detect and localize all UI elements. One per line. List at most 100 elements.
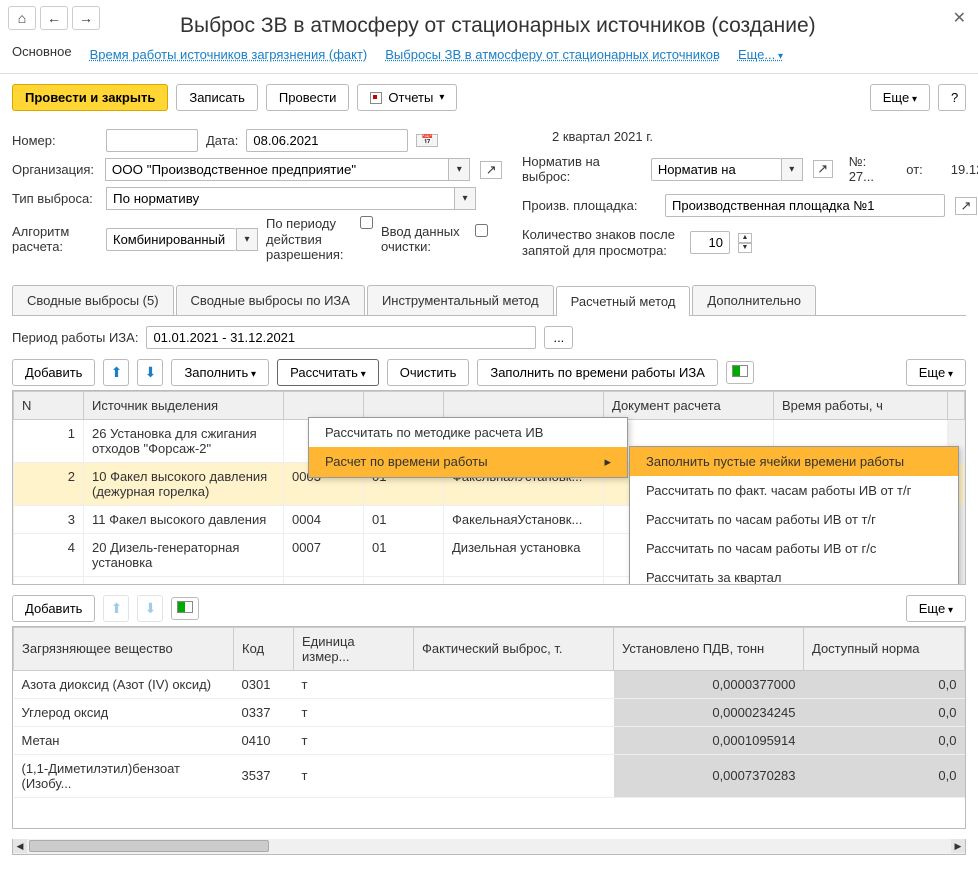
add-button[interactable]: Добавить xyxy=(12,359,95,386)
col2-unit[interactable]: Единица измер... xyxy=(294,627,414,670)
norm-date: 19.12.2020 xyxy=(951,162,978,177)
org-dropdown-icon[interactable]: ▾ xyxy=(448,158,470,181)
table-more-button[interactable]: Еще xyxy=(906,359,966,386)
spreadsheet-button[interactable] xyxy=(726,361,754,384)
emission-type-input[interactable] xyxy=(106,187,454,210)
tab-summary-iza[interactable]: Сводные выбросы по ИЗА xyxy=(176,285,365,315)
submenu-fill-empty[interactable]: Заполнить пустые ячейки времени работы xyxy=(630,447,958,476)
tab-instrumental[interactable]: Инструментальный метод xyxy=(367,285,554,315)
number-label: Номер: xyxy=(12,133,98,148)
move-down-button[interactable]: ⬇ xyxy=(137,359,163,386)
submenu-fact-hours-tg[interactable]: Рассчитать по факт. часам работы ИВ от т… xyxy=(630,476,958,505)
add2-button[interactable]: Добавить xyxy=(12,595,95,622)
norm-input[interactable] xyxy=(651,158,781,181)
col-c3[interactable] xyxy=(444,391,604,419)
calculate-button[interactable]: Рассчитать xyxy=(277,359,379,386)
col-source[interactable]: Источник выделения xyxy=(84,391,284,419)
site-input[interactable] xyxy=(665,194,945,217)
algo-input[interactable] xyxy=(106,228,236,251)
tab-summary[interactable]: Сводные выбросы (5) xyxy=(12,285,174,315)
org-label: Организация: xyxy=(12,162,97,177)
link-more[interactable]: Еще... xyxy=(738,47,783,62)
manual-label: Ввод данных очистки: xyxy=(381,224,471,255)
fill-by-time-button[interactable]: Заполнить по времени работы ИЗА xyxy=(477,359,718,386)
date-input[interactable] xyxy=(246,129,408,152)
period-select-button[interactable]: ... xyxy=(544,326,573,349)
report-icon xyxy=(370,92,382,104)
decimals-input[interactable] xyxy=(690,231,730,254)
link-emissions[interactable]: Выбросы ЗВ в атмосферу от стационарных и… xyxy=(385,47,720,62)
spreadsheet-icon xyxy=(732,365,748,377)
norm-open-icon[interactable]: ↗ xyxy=(813,160,833,178)
reports-button[interactable]: Отчеты xyxy=(357,84,457,111)
post-button[interactable]: Провести xyxy=(266,84,350,111)
by-period-checkbox[interactable] xyxy=(360,216,373,229)
horizontal-scrollbar[interactable]: ◀ ▶ xyxy=(12,839,966,855)
calculate-menu: Рассчитать по методике расчета ИВ Расчет… xyxy=(308,417,628,478)
submenu-quarter[interactable]: Рассчитать за квартал xyxy=(630,563,958,585)
clear-button[interactable]: Очистить xyxy=(387,359,470,386)
spinner-down-icon[interactable]: ▼ xyxy=(738,243,752,253)
spreadsheet2-button[interactable] xyxy=(171,597,199,620)
algo-dropdown-icon[interactable]: ▾ xyxy=(236,228,258,251)
table-row[interactable]: Азота диоксид (Азот (IV) оксид)0301т0,00… xyxy=(14,670,965,698)
scroll-right-icon[interactable]: ▶ xyxy=(951,839,965,853)
chevron-right-icon: ▸ xyxy=(604,454,611,470)
org-open-icon[interactable]: ↗ xyxy=(480,161,502,179)
emission-type-label: Тип выброса: xyxy=(12,191,98,206)
menu-by-time[interactable]: Расчет по времени работы▸ xyxy=(309,447,627,477)
vscroll[interactable] xyxy=(948,391,965,419)
scroll-thumb[interactable] xyxy=(29,840,269,852)
tab-calculation[interactable]: Расчетный метод xyxy=(556,286,691,316)
col2-avail[interactable]: Доступный норма xyxy=(804,627,965,670)
site-label: Произв. площадка: xyxy=(522,198,657,213)
fill-button[interactable]: Заполнить xyxy=(171,359,269,386)
site-open-icon[interactable]: ↗ xyxy=(955,197,977,215)
date-label: Дата: xyxy=(206,133,238,148)
org-input[interactable] xyxy=(105,158,448,181)
col2-code[interactable]: Код xyxy=(234,627,294,670)
col-doc[interactable]: Документ расчета xyxy=(604,391,774,419)
table-row[interactable]: Углерод оксид0337т0,00002342450,0 xyxy=(14,698,965,726)
number-input[interactable] xyxy=(106,129,198,152)
col-n[interactable]: N xyxy=(14,391,84,419)
col2-pdv[interactable]: Установлено ПДВ, тонн xyxy=(614,627,804,670)
norm-dropdown-icon[interactable]: ▾ xyxy=(781,158,803,181)
manual-checkbox[interactable] xyxy=(475,224,488,237)
period-input[interactable] xyxy=(146,326,536,349)
move-up2-button[interactable]: ⬆ xyxy=(103,595,129,622)
by-period-label: По периоду действия разрешения: xyxy=(266,216,356,263)
period-label: Период работы ИЗА: xyxy=(12,330,138,345)
col-c2[interactable] xyxy=(364,391,444,419)
help-button[interactable]: ? xyxy=(938,84,966,111)
submenu-hours-gs[interactable]: Рассчитать по часам работы ИВ от г/с xyxy=(630,534,958,563)
tab-additional[interactable]: Дополнительно xyxy=(692,285,816,315)
norm-label: Норматив на выброс: xyxy=(522,154,643,184)
emission-type-dropdown-icon[interactable]: ▾ xyxy=(454,187,476,210)
col2-pollutant[interactable]: Загрязняющее вещество xyxy=(14,627,234,670)
scroll-left-icon[interactable]: ◀ xyxy=(13,839,27,853)
col-c1[interactable] xyxy=(284,391,364,419)
decimals-label: Количество знаков после запятой для прос… xyxy=(522,227,682,258)
norm-no-label: №: 27... xyxy=(849,154,891,184)
menu-by-method[interactable]: Рассчитать по методике расчета ИВ xyxy=(309,418,627,447)
col2-actual[interactable]: Фактический выброс, т. xyxy=(414,627,614,670)
spreadsheet2-icon xyxy=(177,601,193,613)
algo-label: Алгоритм расчета: xyxy=(12,224,98,255)
col-hours[interactable]: Время работы, ч xyxy=(774,391,948,419)
table-row[interactable]: (1,1-Диметилэтил)бензоат (Изобу...3537т0… xyxy=(14,754,965,797)
move-down2-button[interactable]: ⬇ xyxy=(137,595,163,622)
spinner-up-icon[interactable]: ▲ xyxy=(738,233,752,243)
tab-main[interactable]: Основное xyxy=(12,44,72,65)
submenu-hours-tg[interactable]: Рассчитать по часам работы ИВ от т/г xyxy=(630,505,958,534)
calendar-icon[interactable]: 📅 xyxy=(416,134,438,147)
page-title: Выброс ЗВ в атмосферу от стационарных ис… xyxy=(0,10,828,46)
save-button[interactable]: Записать xyxy=(176,84,258,111)
post-close-button[interactable]: Провести и закрыть xyxy=(12,84,168,111)
move-up-button[interactable]: ⬆ xyxy=(103,359,129,386)
more-button[interactable]: Еще xyxy=(870,84,930,111)
table-row[interactable]: Метан0410т0,00010959140,0 xyxy=(14,726,965,754)
link-worktime[interactable]: Время работы источников загрязнения (фак… xyxy=(90,47,368,62)
table2-more-button[interactable]: Еще xyxy=(906,595,966,622)
close-icon[interactable]: ✕ xyxy=(941,4,978,32)
